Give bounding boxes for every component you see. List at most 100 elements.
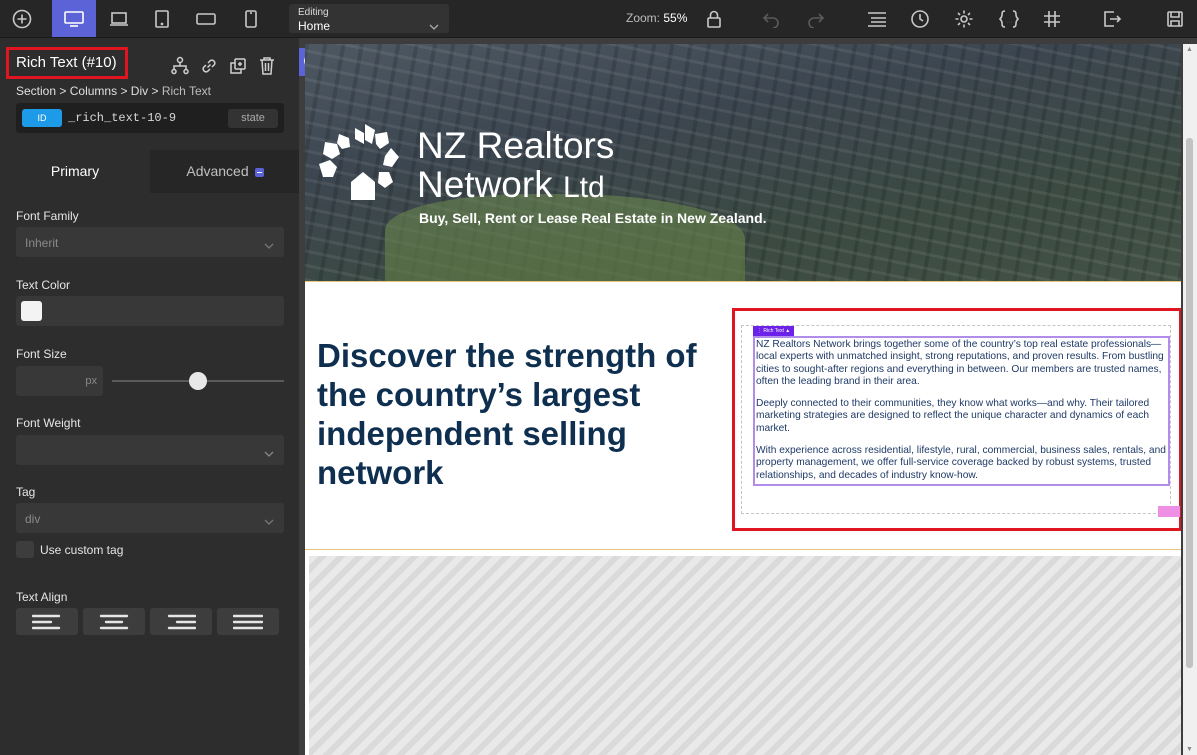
history-icon[interactable] [898, 0, 942, 37]
canvas-scrollbar[interactable]: ▲ ▼ [1183, 44, 1197, 755]
rich-text-label-tag[interactable]: ⋮ Rich Text ▲ [753, 326, 795, 336]
font-family-value: Inherit [25, 236, 59, 250]
parent-element-label[interactable] [1158, 506, 1180, 517]
hierarchy-icon[interactable] [170, 56, 190, 76]
page-preview[interactable]: NZ Realtors Network Ltd Buy, Sell, Rent … [305, 44, 1181, 755]
logo-line-1: NZ Realtors [417, 125, 615, 166]
tab-advanced-label: Advanced [186, 163, 249, 179]
scrollbar-thumb[interactable] [1186, 138, 1193, 668]
editing-page-value: Home [298, 19, 331, 33]
element-id-value[interactable]: _rich_text-10-9 [68, 111, 176, 125]
duplicate-icon[interactable] [228, 56, 248, 76]
rich-text-paragraph-1: NZ Realtors Network brings together some… [756, 339, 1164, 387]
logo-wordmark: NZ Realtors Network Ltd [417, 126, 614, 207]
grid-hash-icon[interactable] [1030, 0, 1074, 37]
font-size-slider-thumb[interactable] [189, 372, 207, 390]
logo-mark-icon [317, 122, 409, 211]
editing-label: Editing [298, 7, 329, 18]
breadcrumb-separator: > [151, 84, 159, 98]
green-field [385, 194, 745, 281]
align-center-button[interactable] [83, 608, 145, 635]
tablet-view-icon[interactable] [140, 0, 184, 37]
desktop-view-icon[interactable] [52, 0, 96, 37]
zoom-value: 55% [663, 11, 688, 25]
logo-network: Network [417, 164, 553, 205]
hero-tagline: Buy, Sell, Rent or Lease Real Estate in … [419, 210, 767, 226]
chevron-down-icon [264, 446, 274, 460]
element-id-row: ID _rich_text-10-9 state [16, 103, 284, 133]
properties-panel: Rich Text (#10) Section > Columns > Div … [0, 38, 299, 755]
phone-view-icon[interactable] [229, 0, 273, 37]
settings-gear-icon[interactable] [942, 0, 986, 37]
font-size-label: Font Size [16, 347, 67, 361]
breadcrumb-current: Rich Text [161, 84, 211, 98]
tab-primary-label: Primary [50, 163, 100, 179]
element-actions [170, 56, 277, 76]
redo-icon[interactable] [794, 0, 838, 37]
align-justify-icon [233, 614, 263, 629]
align-center-icon [99, 614, 129, 629]
text-align-group [16, 608, 279, 635]
link-icon[interactable] [199, 56, 219, 76]
scroll-up-arrow-icon[interactable]: ▲ [1186, 46, 1193, 53]
text-align-label: Text Align [16, 590, 68, 604]
align-justify-button[interactable] [217, 608, 279, 635]
tag-select[interactable]: div [16, 503, 284, 533]
chevron-down-icon [264, 238, 274, 252]
exit-icon[interactable] [1090, 0, 1134, 37]
logo-line-2: Network Ltd [417, 165, 614, 207]
section-headline[interactable]: Discover the strength of the country’s l… [317, 336, 717, 492]
chevron-down-icon [429, 17, 439, 35]
breadcrumb-separator: > [59, 84, 67, 98]
editor-canvas[interactable]: ⟨ [299, 38, 1197, 755]
rich-text-paragraph-2: Deeply connected to their communities, t… [756, 398, 1150, 434]
scroll-down-arrow-icon[interactable]: ▼ [1186, 746, 1193, 753]
tag-value: div [25, 512, 41, 526]
text-color-picker[interactable] [16, 296, 284, 326]
custom-tag-label: Use custom tag [40, 543, 124, 557]
breadcrumb-columns[interactable]: Columns [70, 84, 117, 98]
breadcrumb-separator: > [120, 84, 128, 98]
selected-element-title: Rich Text (#10) [6, 47, 128, 79]
breadcrumb: Section > Columns > Div > Rich Text [16, 84, 211, 98]
font-family-select[interactable]: Inherit [16, 227, 284, 257]
font-size-input[interactable]: px [16, 366, 103, 396]
hero-section[interactable]: NZ Realtors Network Ltd Buy, Sell, Rent … [305, 44, 1181, 282]
logo-ltd: Ltd [562, 171, 605, 204]
state-button[interactable]: state [228, 109, 278, 128]
landscape-phone-view-icon[interactable] [184, 0, 228, 37]
chevron-up-icon: ▲ [785, 328, 791, 334]
collapse-indicator-icon [254, 167, 264, 177]
id-badge[interactable]: ID [22, 109, 62, 127]
section-divider [305, 549, 1181, 550]
zoom-label: Zoom: [626, 11, 661, 25]
tab-advanced[interactable]: Advanced [150, 150, 300, 193]
breadcrumb-div[interactable]: Div [131, 84, 148, 98]
rich-text-tag-label: Rich Text [763, 328, 784, 334]
chevron-down-icon [264, 514, 274, 528]
breadcrumb-section[interactable]: Section [16, 84, 56, 98]
code-braces-icon[interactable] [987, 0, 1031, 37]
align-right-button[interactable] [150, 608, 212, 635]
lock-icon[interactable] [692, 0, 736, 37]
align-left-button[interactable] [16, 608, 78, 635]
tab-primary[interactable]: Primary [0, 150, 150, 193]
custom-tag-checkbox[interactable] [16, 541, 34, 558]
align-left-icon [32, 614, 61, 629]
laptop-view-icon[interactable] [97, 0, 141, 37]
panel-tabs: Primary Advanced [0, 150, 299, 193]
rich-text-block[interactable]: NZ Realtors Network brings together some… [753, 336, 1170, 486]
page-selector[interactable]: Editing Home [289, 4, 449, 33]
font-weight-label: Font Weight [16, 416, 81, 430]
empty-section-placeholder[interactable] [309, 556, 1181, 755]
save-icon[interactable] [1153, 0, 1197, 37]
font-size-unit: px [85, 375, 97, 387]
trash-icon[interactable] [257, 56, 277, 76]
drag-handle-icon: ⋮ [757, 328, 762, 334]
structure-icon[interactable] [855, 0, 899, 37]
add-element-icon[interactable] [0, 0, 44, 37]
font-family-label: Font Family [16, 209, 79, 223]
font-weight-select[interactable] [16, 435, 284, 465]
undo-icon[interactable] [749, 0, 793, 37]
color-swatch[interactable] [21, 301, 42, 321]
